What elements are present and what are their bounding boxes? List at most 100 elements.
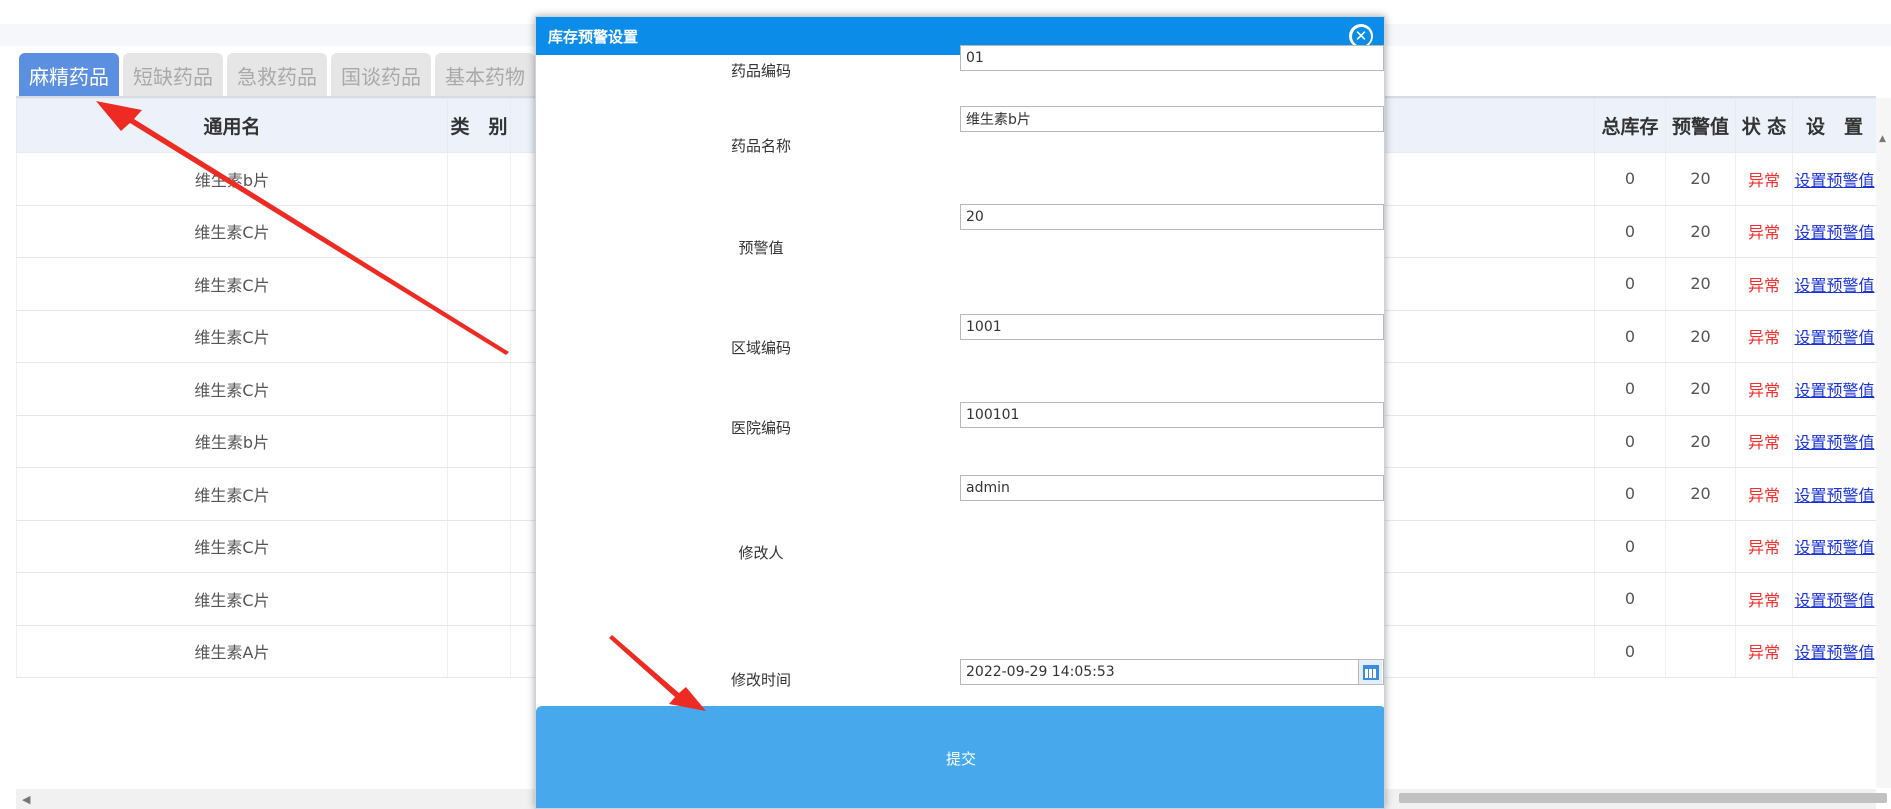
hospital-code-field[interactable] [960,402,1384,428]
cell-total-stock: 0 [1594,257,1666,311]
area-code-label: 区域编码 [730,339,791,357]
cell-action: 设置预警值 [1792,520,1876,573]
cell-total-stock: 0 [1594,310,1666,363]
cell-action: 设置预警值 [1792,152,1876,206]
dialog-title: 库存预警设置 [548,28,639,46]
cell-category [447,362,511,416]
drug-code-label: 药品编码 [730,62,791,80]
submit-button[interactable]: 提交 [536,706,1384,808]
cell-status: 异常 [1735,625,1793,678]
vertical-scrollbar[interactable]: ▲ [1876,98,1891,788]
cell-category [447,310,511,363]
hospital-code-label: 医院编码 [730,419,791,437]
tab-narcotic-drugs[interactable]: 麻精药品 [19,53,119,97]
set-warning-value-link[interactable]: 设置预警值 [1794,643,1874,662]
cell-warning-value: 20 [1665,310,1736,363]
cell-warning-value: 20 [1665,205,1736,258]
warning-value-label: 预警值 [738,239,784,257]
cell-warning-value: 20 [1665,257,1736,311]
tab-negotiated-drugs[interactable]: 国谈药品 [331,53,431,97]
set-warning-value-link[interactable]: 设置预警值 [1794,171,1874,190]
header-warning-value[interactable]: 预警值 [1665,98,1736,153]
cell-total-stock: 0 [1594,467,1666,521]
cell-warning-value [1665,625,1736,678]
cell-status: 异常 [1735,152,1793,206]
drug-code-field[interactable] [960,45,1384,71]
cell-action: 设置预警值 [1792,257,1876,311]
cell-warning-value: 20 [1665,152,1736,206]
cell-total-stock: 0 [1594,415,1666,468]
cell-category [447,205,511,258]
cell-name: 维生素C片 [16,572,448,626]
cell-action: 设置预警值 [1792,310,1876,363]
cell-category [447,152,511,206]
cell-name: 维生素C片 [16,205,448,258]
cell-warning-value [1665,572,1736,626]
calendar-icon[interactable] [1358,660,1382,684]
tab-essential-drugs[interactable]: 基本药物 [435,53,535,97]
area-code-field[interactable] [960,314,1384,340]
cell-category [447,467,511,521]
modify-time-field[interactable] [960,659,1384,685]
modifier-field[interactable] [960,475,1384,501]
cell-name: 维生素b片 [16,415,448,468]
cell-status: 异常 [1735,415,1793,468]
modifier-label: 修改人 [738,544,784,562]
cell-name: 维生素b片 [16,152,448,206]
cell-status: 异常 [1735,467,1793,521]
tab-shortage-drugs[interactable]: 短缺药品 [123,53,223,97]
cell-status: 异常 [1735,520,1793,573]
cell-total-stock: 0 [1594,205,1666,258]
header-name[interactable]: 通用名 [16,98,448,153]
drug-category-tabs: 麻精药品 短缺药品 急救药品 国谈药品 基本药物 [19,53,535,97]
cell-action: 设置预警值 [1792,205,1876,258]
cell-category [447,520,511,573]
tab-emergency-drugs[interactable]: 急救药品 [227,53,327,97]
inventory-warning-dialog: 库存预警设置 ✕ 药品编码 药品名称 预警值 区域编码 医院编码 修改人 修改时… [535,16,1385,809]
cell-total-stock: 0 [1594,520,1666,573]
cell-name: 维生素C片 [16,362,448,416]
modify-time-label: 修改时间 [730,671,791,689]
cell-warning-value: 20 [1665,467,1736,521]
cell-warning-value [1665,520,1736,573]
cell-status: 异常 [1735,362,1793,416]
cell-status: 异常 [1735,572,1793,626]
set-warning-value-link[interactable]: 设置预警值 [1794,433,1874,452]
header-status[interactable]: 状 态 [1735,98,1793,153]
header-total-stock[interactable]: 总库存 [1594,98,1666,153]
header-category[interactable]: 类 别 [447,98,511,153]
cell-action: 设置预警值 [1792,572,1876,626]
cell-total-stock: 0 [1594,362,1666,416]
cell-warning-value: 20 [1665,362,1736,416]
drug-name-field[interactable] [960,106,1384,132]
set-warning-value-link[interactable]: 设置预警值 [1794,538,1874,557]
cell-status: 异常 [1735,205,1793,258]
scroll-up-arrow-icon[interactable]: ▲ [1879,134,1886,144]
horizontal-scrollbar-thumb[interactable] [1399,793,1887,803]
cell-status: 异常 [1735,257,1793,311]
set-warning-value-link[interactable]: 设置预警值 [1794,591,1874,610]
cell-category [447,625,511,678]
cell-action: 设置预警值 [1792,415,1876,468]
set-warning-value-link[interactable]: 设置预警值 [1794,328,1874,347]
cell-total-stock: 0 [1594,152,1666,206]
set-warning-value-link[interactable]: 设置预警值 [1794,276,1874,295]
cell-warning-value: 20 [1665,415,1736,468]
set-warning-value-link[interactable]: 设置预警值 [1794,223,1874,242]
cell-category [447,257,511,311]
cell-action: 设置预警值 [1792,467,1876,521]
set-warning-value-link[interactable]: 设置预警值 [1794,486,1874,505]
header-settings[interactable]: 设 置 [1792,98,1876,153]
cell-name: 维生素C片 [16,257,448,311]
scroll-left-arrow-icon[interactable]: ◀ [22,793,30,806]
set-warning-value-link[interactable]: 设置预警值 [1794,381,1874,400]
cell-total-stock: 0 [1594,572,1666,626]
cell-name: 维生素C片 [16,310,448,363]
cell-total-stock: 0 [1594,625,1666,678]
cell-category [447,415,511,468]
warning-value-field[interactable] [960,204,1384,230]
app-root: 麻精药品 短缺药品 急救药品 国谈药品 基本药物 通用名 类 别 总库存 预警值… [0,0,1891,809]
cell-name: 维生素C片 [16,520,448,573]
cell-category [447,572,511,626]
cell-action: 设置预警值 [1792,625,1876,678]
